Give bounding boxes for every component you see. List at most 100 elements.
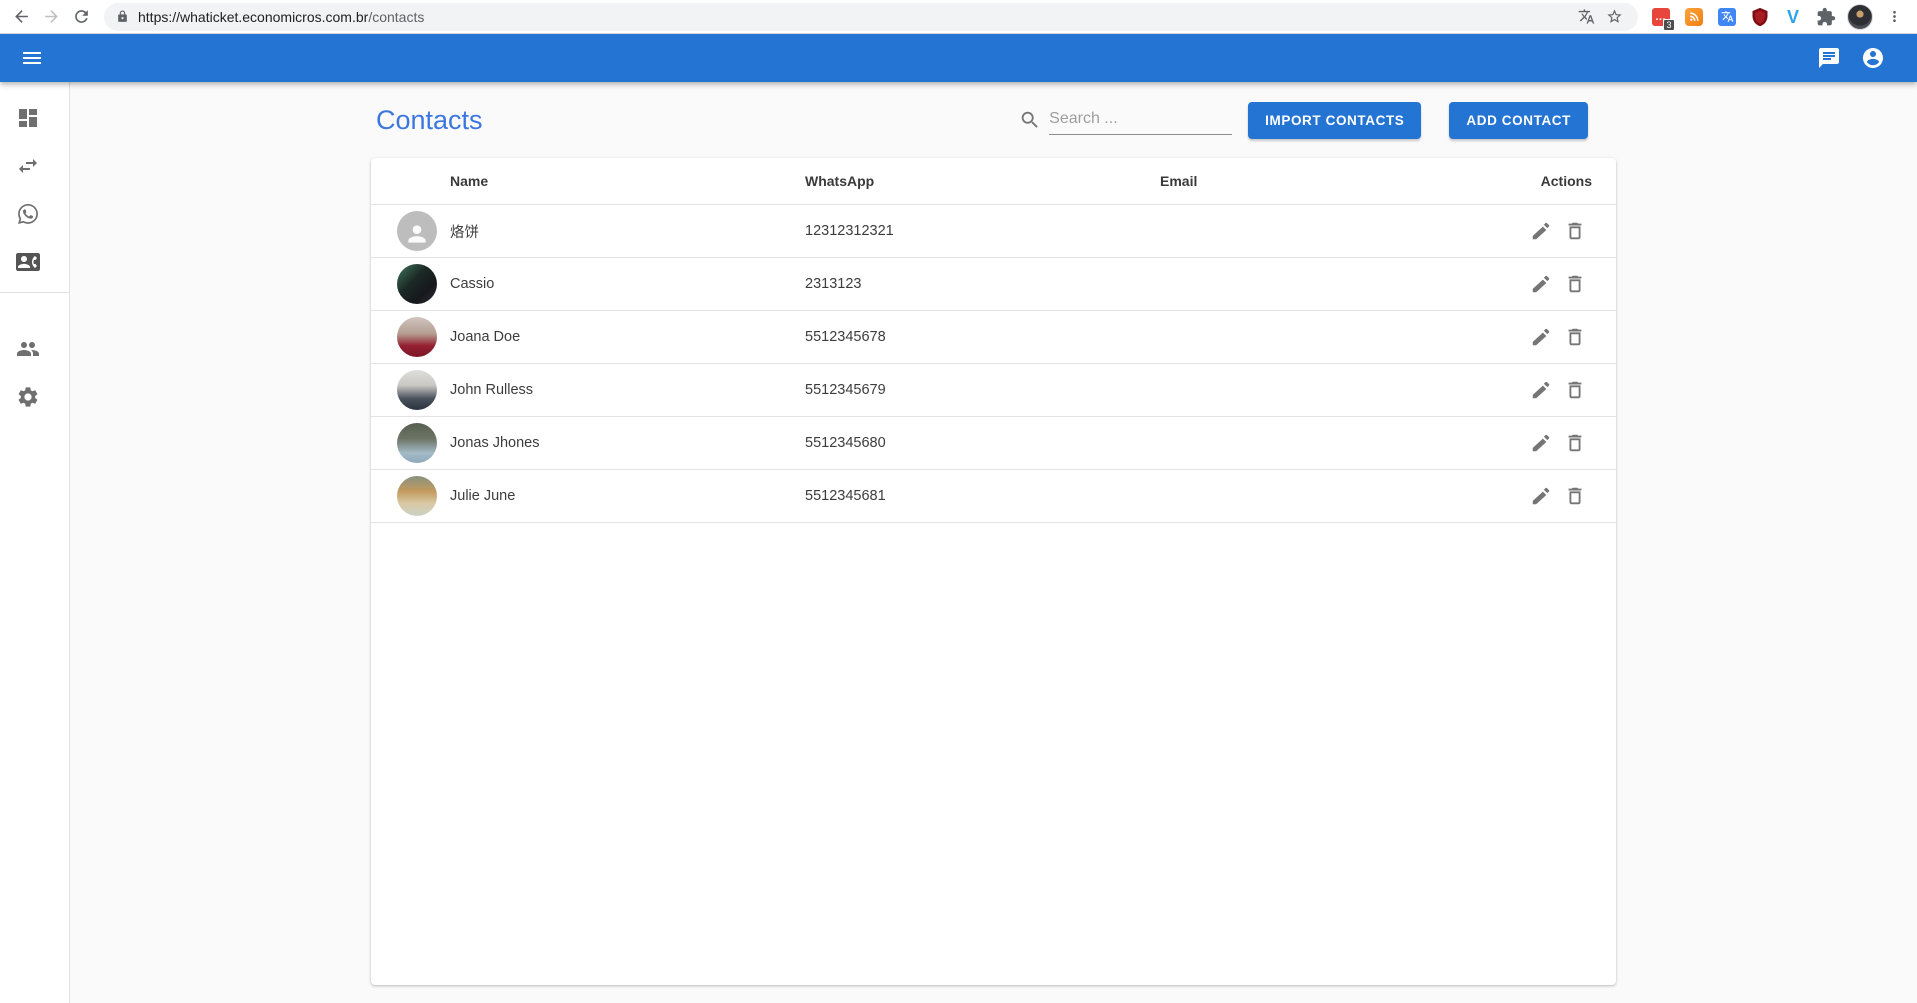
header-actions: Actions: [1515, 173, 1616, 189]
contact-phone-icon: [16, 250, 40, 274]
whatsapp-icon: [16, 202, 40, 226]
contact-name: 烙饼: [450, 221, 805, 242]
shield-extension-icon[interactable]: [1749, 6, 1771, 28]
sidebar-item-settings[interactable]: [0, 373, 69, 421]
menu-icon[interactable]: [10, 36, 54, 80]
edit-contact-button[interactable]: [1524, 479, 1558, 513]
trash-icon: [1564, 273, 1586, 295]
url-host: https://whaticket.economicros.com.br: [138, 9, 368, 25]
extension-badge: 3: [1663, 19, 1675, 31]
bookmark-star-icon[interactable]: [1600, 3, 1628, 31]
page-title: Contacts: [371, 105, 483, 136]
translate-page-icon[interactable]: [1572, 3, 1600, 31]
search-box: [1019, 106, 1232, 135]
edit-pencil-icon: [1530, 273, 1552, 295]
sidebar-item-whatsapp[interactable]: [0, 190, 69, 238]
sidebar-item-users[interactable]: [0, 325, 69, 373]
sidebar-divider: [0, 292, 69, 293]
extensions-area: … 3 V: [1650, 6, 1837, 28]
rss-extension-icon[interactable]: [1683, 6, 1705, 28]
edit-contact-button[interactable]: [1524, 267, 1558, 301]
search-icon: [1019, 109, 1041, 131]
sidebar-item-dashboard[interactable]: [0, 94, 69, 142]
search-input[interactable]: [1049, 106, 1232, 135]
address-bar[interactable]: https://whaticket.economicros.com.br/con…: [104, 3, 1638, 31]
app-bar: [0, 34, 1917, 82]
header-email: Email: [1160, 173, 1515, 189]
contacts-table-body: 烙饼 12312312321 Cassio 2313123: [371, 205, 1616, 523]
table-row: Julie June 5512345681: [371, 470, 1616, 523]
delete-contact-button[interactable]: [1558, 320, 1592, 354]
url-text: https://whaticket.economicros.com.br/con…: [138, 9, 424, 25]
dashboard-icon: [16, 106, 40, 130]
table-row: Cassio 2313123: [371, 258, 1616, 311]
delete-contact-button[interactable]: [1558, 267, 1592, 301]
import-contacts-button[interactable]: IMPORT CONTACTS: [1248, 102, 1421, 139]
trash-icon: [1564, 379, 1586, 401]
delete-contact-button[interactable]: [1558, 479, 1592, 513]
contact-name: Julie June: [450, 488, 805, 504]
contact-name: Joana Doe: [450, 329, 805, 345]
contact-avatar: [397, 370, 437, 410]
edit-contact-button[interactable]: [1524, 214, 1558, 248]
forward-icon: [36, 2, 66, 32]
delete-contact-button[interactable]: [1558, 214, 1592, 248]
contact-name: Cassio: [450, 276, 805, 292]
account-circle-icon[interactable]: [1851, 36, 1895, 80]
edit-contact-button[interactable]: [1524, 426, 1558, 460]
table-row: Joana Doe 5512345678: [371, 311, 1616, 364]
main-content: Contacts IMPORT CONTACTS ADD CONTACT Nam…: [70, 82, 1917, 1003]
contact-whatsapp: 5512345680: [805, 435, 1160, 451]
sidebar-item-connections[interactable]: [0, 142, 69, 190]
contacts-table: Name WhatsApp Email Actions 烙饼 123123123…: [371, 158, 1616, 985]
delete-contact-button[interactable]: [1558, 426, 1592, 460]
chat-icon[interactable]: [1807, 36, 1851, 80]
add-contact-button[interactable]: ADD CONTACT: [1449, 102, 1588, 139]
url-path: /contacts: [368, 9, 424, 25]
contact-whatsapp: 5512345681: [805, 488, 1160, 504]
contact-whatsapp: 5512345678: [805, 329, 1160, 345]
table-header-row: Name WhatsApp Email Actions: [371, 158, 1616, 205]
contact-name: Jonas Jhones: [450, 435, 805, 451]
delete-contact-button[interactable]: [1558, 373, 1592, 407]
header-whatsapp: WhatsApp: [805, 173, 1160, 189]
kebab-menu-icon[interactable]: [1881, 4, 1907, 30]
edit-pencil-icon: [1530, 326, 1552, 348]
edit-contact-button[interactable]: [1524, 320, 1558, 354]
back-icon[interactable]: [6, 2, 36, 32]
settings-gear-icon: [16, 385, 40, 409]
swap-horiz-icon: [16, 154, 40, 178]
contact-avatar: [397, 317, 437, 357]
table-row: Jonas Jhones 5512345680: [371, 417, 1616, 470]
edit-contact-button[interactable]: [1524, 373, 1558, 407]
person-icon: [404, 221, 430, 247]
contact-whatsapp: 12312312321: [805, 223, 1160, 239]
trash-icon: [1564, 220, 1586, 242]
header-name: Name: [450, 173, 805, 189]
contact-whatsapp: 2313123: [805, 276, 1160, 292]
contact-whatsapp: 5512345679: [805, 382, 1160, 398]
contact-avatar: [397, 476, 437, 516]
reload-icon[interactable]: [66, 2, 96, 32]
browser-profile-avatar[interactable]: [1847, 4, 1873, 30]
table-row: John Rulless 5512345679: [371, 364, 1616, 417]
edit-pencil-icon: [1530, 379, 1552, 401]
contact-avatar: [397, 423, 437, 463]
sidebar-item-contacts[interactable]: [0, 238, 69, 286]
people-icon: [16, 337, 40, 361]
contact-avatar: [397, 211, 437, 251]
table-row: 烙饼 12312312321: [371, 205, 1616, 258]
contact-avatar: [397, 264, 437, 304]
v-extension-icon[interactable]: V: [1782, 6, 1804, 28]
red-extension-icon[interactable]: … 3: [1650, 6, 1672, 28]
trash-icon: [1564, 326, 1586, 348]
edit-pencil-icon: [1530, 485, 1552, 507]
translate-extension-icon[interactable]: [1716, 6, 1738, 28]
edit-pencil-icon: [1530, 220, 1552, 242]
sidebar: [0, 82, 70, 1003]
puzzle-extensions-icon[interactable]: [1815, 6, 1837, 28]
edit-pencil-icon: [1530, 432, 1552, 454]
trash-icon: [1564, 432, 1586, 454]
lock-icon: [116, 10, 129, 23]
contact-name: John Rulless: [450, 382, 805, 398]
